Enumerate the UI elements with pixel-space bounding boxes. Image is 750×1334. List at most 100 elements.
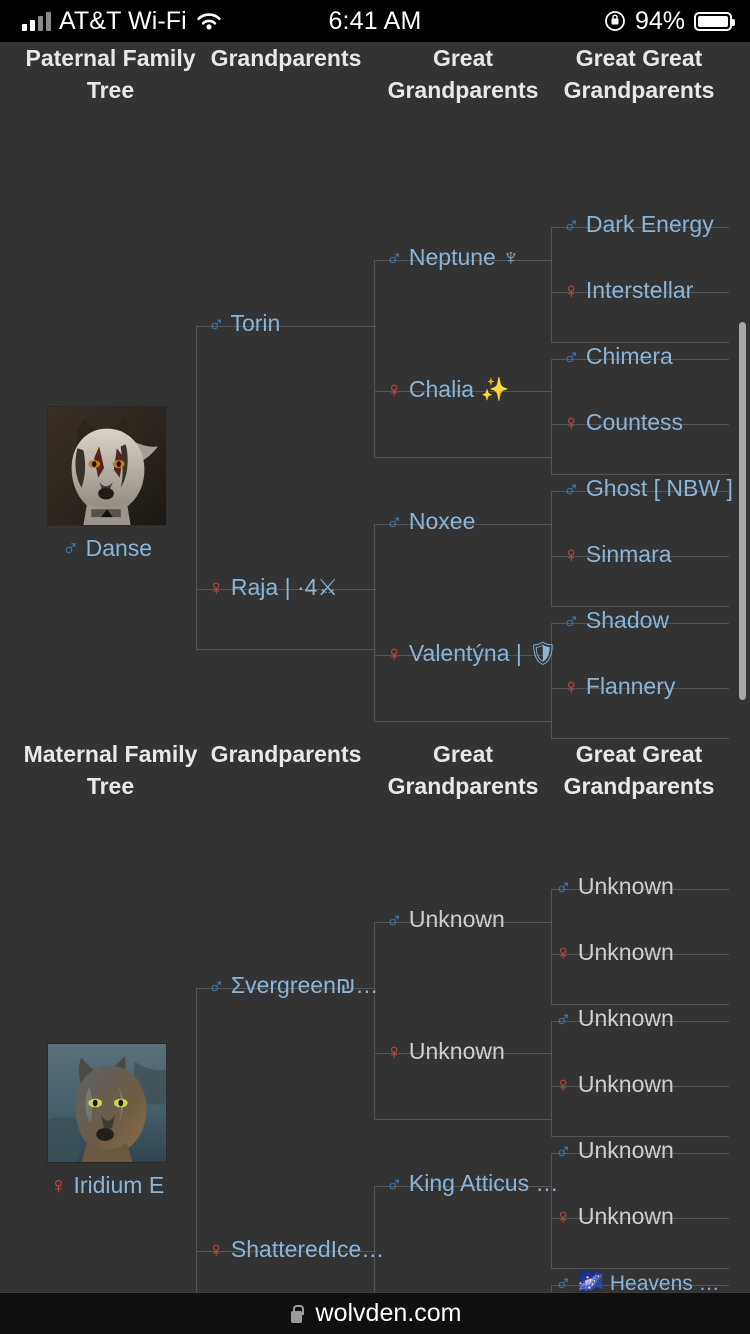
vertical-scrollbar[interactable] [739, 322, 746, 700]
maternal-ggp-1: ♀ Unknown [386, 1037, 505, 1066]
paternal-family-tree: Paternal Family Tree Grandparents Great … [0, 42, 750, 739]
name-text[interactable]: Dark Energy [586, 211, 714, 237]
maternal-tree-grid: ♀ Iridium E ♂ Σvergreen₪… ♀ ShatteredIce… [0, 816, 750, 1292]
name-text[interactable]: Ghost [ NBW ] [586, 475, 733, 501]
battery-percent-label: 94% [634, 6, 685, 35]
paternal-header-gggp: Great Great Grandparents [563, 45, 715, 103]
subject-name-text[interactable]: Iridium E [73, 1172, 164, 1198]
maternal-gggp-4: ♂ Unknown [555, 1136, 674, 1165]
name-text[interactable]: Countess [586, 409, 683, 435]
male-glyph-icon: ♂ [61, 535, 80, 561]
name-text: Unknown [577, 1203, 674, 1229]
paternal-ggp-3[interactable]: ♀ Valentýna | 🛡 [386, 639, 557, 668]
maternal-ggp-0: ♂ Unknown [386, 905, 505, 934]
name-text: Unknown [408, 1038, 505, 1064]
bracket-ggp-1 [374, 260, 552, 392]
female-glyph-icon: ♀ [555, 1204, 572, 1229]
name-text[interactable]: Raja | ·4⚔ [231, 574, 338, 600]
name-text[interactable]: Valentýna | 🛡 [409, 640, 558, 666]
paternal-gp-0[interactable]: ♂ Torin [208, 309, 280, 338]
maternal-header-self: Maternal Family Tree [23, 741, 198, 799]
male-glyph-icon: ♂ [208, 973, 225, 998]
subject-name-paternal[interactable]: ♂ Danse [12, 535, 202, 562]
female-glyph-icon: ♀ [563, 674, 580, 699]
paternal-gggp-2[interactable]: ♂ Chimera [563, 342, 673, 371]
orientation-lock-icon [605, 11, 625, 31]
paternal-gggp-1[interactable]: ♀ Interstellar [563, 276, 693, 305]
male-glyph-icon: ♂ [563, 476, 580, 501]
family-tree-page[interactable]: Paternal Family Tree Grandparents Great … [0, 42, 750, 1292]
maternal-gggp-3: ♀ Unknown [555, 1070, 674, 1099]
name-text[interactable]: King Atticus … [409, 1170, 559, 1196]
male-glyph-icon: ♂ [555, 874, 572, 899]
name-text[interactable]: Σvergreen₪… [231, 972, 379, 998]
male-glyph-icon: ♂ [386, 245, 403, 270]
male-glyph-icon: ♂ [563, 212, 580, 237]
maternal-gp-1[interactable]: ♀ ShatteredIce… [208, 1235, 384, 1264]
maternal-gggp-0: ♂ Unknown [555, 872, 674, 901]
paternal-header-gp: Grandparents [210, 45, 362, 71]
paternal-ggp-2[interactable]: ♂ Noxee [386, 507, 475, 536]
name-text[interactable]: Noxee [409, 508, 475, 534]
status-bar: AT&T Wi-Fi 6:41 AM 94% [0, 0, 750, 42]
male-glyph-icon: ♂ [386, 1171, 403, 1196]
name-text[interactable]: Chimera [586, 343, 673, 369]
bracket-gp-male [196, 326, 376, 590]
maternal-header-gggp: Great Great Grandparents [563, 741, 715, 799]
name-text[interactable]: Torin [230, 310, 280, 336]
female-glyph-icon: ♀ [386, 377, 403, 402]
name-text: Unknown [577, 1071, 674, 1097]
male-glyph-icon: ♂ [555, 1270, 572, 1292]
female-glyph-icon: ♀ [386, 1039, 403, 1064]
name-text[interactable]: Neptune ♆ [409, 244, 520, 270]
maternal-header-ggp: Great Grandparents [387, 741, 539, 799]
name-text[interactable]: Sinmara [586, 541, 672, 567]
name-text[interactable]: Interstellar [586, 277, 693, 303]
female-glyph-icon: ♀ [555, 940, 572, 965]
paternal-gggp-0[interactable]: ♂ Dark Energy [563, 210, 714, 239]
subject-card-maternal[interactable]: ♀ Iridium E [12, 1043, 202, 1199]
male-glyph-icon: ♂ [386, 509, 403, 534]
name-text[interactable]: Chalia ✨ [409, 376, 509, 402]
name-text: Unknown [577, 873, 674, 899]
browser-address-bar[interactable]: wolvden.com [0, 1292, 750, 1334]
paternal-tree-grid: ♂ Danse ♂ Torin ♀ Raja | ·4⚔ ♂ Neptune ♆… [0, 120, 750, 739]
subject-name-maternal[interactable]: ♀ Iridium E [12, 1172, 202, 1199]
avatar[interactable] [47, 406, 167, 526]
url-label[interactable]: wolvden.com [316, 1299, 462, 1328]
lock-icon [289, 1304, 304, 1323]
name-text[interactable]: Flannery [586, 673, 675, 699]
name-text[interactable]: ShatteredIce… [231, 1236, 384, 1262]
paternal-gggp-6[interactable]: ♂ Shadow [563, 606, 669, 635]
name-text: Unknown [408, 906, 505, 932]
subject-name-text[interactable]: Danse [86, 535, 152, 561]
paternal-gggp-7[interactable]: ♀ Flannery [563, 672, 675, 701]
phone-screen: AT&T Wi-Fi 6:41 AM 94% Paternal Family T… [0, 0, 750, 1334]
paternal-gggp-5[interactable]: ♀ Sinmara [563, 540, 672, 569]
maternal-column-headers: Maternal Family Tree Grandparents Great … [0, 738, 750, 816]
name-text[interactable]: 🌌 Heavens … [578, 1272, 720, 1292]
paternal-ggp-1[interactable]: ♀ Chalia ✨ [386, 375, 509, 404]
male-glyph-icon: ♂ [208, 311, 225, 336]
maternal-gp-0[interactable]: ♂ Σvergreen₪… [208, 971, 378, 1000]
paternal-gggp-4[interactable]: ♂ Ghost [ NBW ] [563, 474, 733, 503]
name-text[interactable]: Shadow [586, 607, 669, 633]
male-glyph-icon: ♂ [555, 1138, 572, 1163]
paternal-column-headers: Paternal Family Tree Grandparents Great … [0, 42, 750, 120]
maternal-gggp-6[interactable]: ♂ 🌌 Heavens … [555, 1268, 720, 1292]
maternal-ggp-2[interactable]: ♂ King Atticus … [386, 1169, 558, 1198]
female-glyph-icon: ♀ [563, 410, 580, 435]
maternal-header-gp: Grandparents [210, 741, 362, 767]
paternal-gggp-3[interactable]: ♀ Countess [563, 408, 683, 437]
male-glyph-icon: ♂ [563, 608, 580, 633]
avatar[interactable] [47, 1043, 167, 1163]
subject-card-paternal[interactable]: ♂ Danse [12, 406, 202, 562]
paternal-gp-1[interactable]: ♀ Raja | ·4⚔ [208, 573, 338, 602]
bracket-m-ggp-1 [374, 922, 552, 1054]
paternal-header-self: Paternal Family Tree [25, 45, 196, 103]
female-glyph-icon: ♀ [563, 278, 580, 303]
battery-icon [694, 11, 735, 31]
female-glyph-icon: ♀ [49, 1172, 68, 1198]
paternal-ggp-0[interactable]: ♂ Neptune ♆ [386, 243, 520, 272]
maternal-gggp-2: ♂ Unknown [555, 1004, 674, 1033]
